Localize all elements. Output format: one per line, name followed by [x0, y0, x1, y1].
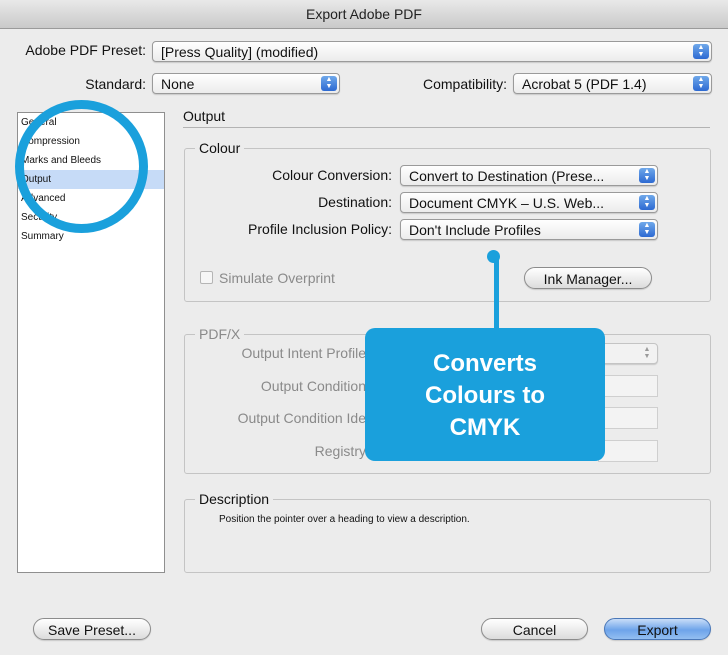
destination-value: Document CMYK – U.S. Web... — [409, 195, 605, 211]
preset-value: [Press Quality] (modified) — [161, 44, 319, 60]
preset-label: Adobe PDF Preset: — [25, 42, 146, 58]
export-pdf-dialog: Export Adobe PDF Adobe PDF Preset: [Pres… — [0, 0, 728, 655]
callout-pointer-line — [494, 258, 499, 330]
select-arrows-icon: ▲ ▼ — [639, 195, 655, 210]
output-condition-label: Output Condition — [260, 378, 366, 394]
window-title: Export Adobe PDF — [0, 0, 728, 29]
standard-value: None — [161, 76, 195, 92]
export-button[interactable]: Export — [604, 618, 711, 640]
cancel-button[interactable]: Cancel — [481, 618, 588, 640]
simulate-overprint-checkbox[interactable] — [200, 271, 213, 284]
standard-label: Standard: — [85, 76, 146, 92]
colour-group-title: Colour — [195, 140, 245, 156]
highlight-ring — [15, 100, 148, 233]
section-divider — [183, 127, 710, 128]
select-arrows-icon: ▲ ▼ — [693, 76, 709, 91]
section-title: Output — [183, 108, 226, 124]
select-arrows-icon: ▲ ▼ — [639, 222, 655, 237]
output-condition-field[interactable] — [598, 375, 658, 397]
registry-field[interactable] — [598, 440, 658, 462]
destination-select[interactable]: Document CMYK – U.S. Web... ▲ ▼ — [400, 192, 658, 213]
select-arrows-icon: ▲ ▼ — [643, 346, 651, 360]
profile-inclusion-label: Profile Inclusion Policy: — [248, 221, 392, 237]
callout-box: Converts Colours to CMYK — [365, 328, 605, 461]
description-text: Position the pointer over a heading to v… — [219, 514, 470, 525]
callout-line-3: CMYK — [449, 414, 521, 441]
colour-conversion-label: Colour Conversion: — [272, 167, 392, 183]
callout-pointer-dot — [487, 250, 500, 263]
callout-line-2: Colours to — [425, 382, 545, 409]
select-arrows-icon: ▲ ▼ — [639, 168, 655, 183]
description-group — [184, 499, 711, 573]
output-intent-label: Output Intent Profile — [241, 345, 366, 361]
colour-conversion-value: Convert to Destination (Prese... — [409, 168, 605, 184]
standard-select[interactable]: None ▲ ▼ — [152, 73, 340, 94]
pdfx-group-title: PDF/X — [195, 326, 245, 342]
preset-select[interactable]: [Press Quality] (modified) ▲ ▼ — [152, 41, 712, 62]
compatibility-value: Acrobat 5 (PDF 1.4) — [522, 76, 647, 92]
select-arrows-icon: ▲ ▼ — [693, 44, 709, 59]
description-group-title: Description — [195, 491, 274, 507]
destination-label: Destination: — [318, 194, 392, 210]
compatibility-select[interactable]: Acrobat 5 (PDF 1.4) ▲ ▼ — [513, 73, 712, 94]
callout-line-1: Converts — [432, 350, 538, 377]
profile-inclusion-value: Don't Include Profiles — [409, 222, 541, 238]
simulate-overprint-label: Simulate Overprint — [219, 270, 335, 286]
profile-inclusion-select[interactable]: Don't Include Profiles ▲ ▼ — [400, 219, 658, 240]
registry-label: Registry — [314, 443, 366, 459]
compatibility-label: Compatibility: — [422, 76, 507, 92]
colour-conversion-select[interactable]: Convert to Destination (Prese... ▲ ▼ — [400, 165, 658, 186]
select-arrows-icon: ▲ ▼ — [321, 76, 337, 91]
output-condition-id-label: Output Condition Ide — [237, 410, 366, 426]
output-condition-id-field[interactable] — [598, 407, 658, 429]
output-intent-select[interactable]: ▲ ▼ — [598, 343, 658, 364]
ink-manager-button[interactable]: Ink Manager... — [524, 267, 652, 289]
save-preset-button[interactable]: Save Preset... — [33, 618, 151, 640]
